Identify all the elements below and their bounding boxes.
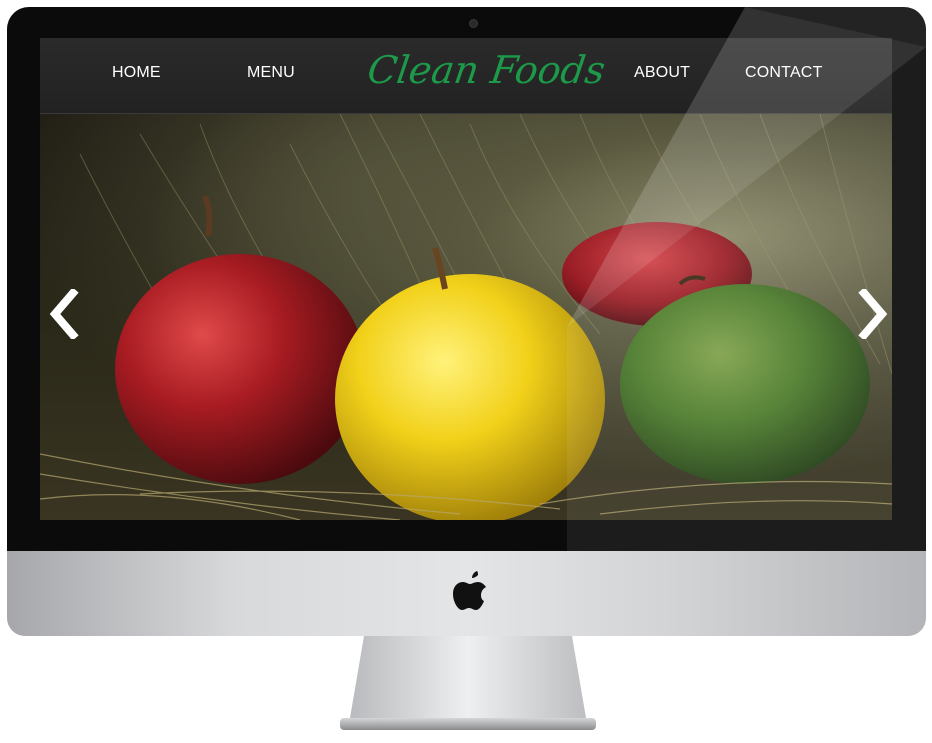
hero-slider [40,114,892,520]
screen: HOME MENU Clean Foods ABOUT CONTACT [40,38,892,520]
chevron-right-icon [858,287,888,341]
next-slide-button[interactable] [852,287,892,341]
site-logo[interactable]: Clean Foods [365,48,608,92]
camera-dot [469,19,478,28]
monitor-chin [7,551,926,636]
navbar: HOME MENU Clean Foods ABOUT CONTACT [40,38,892,114]
nav-about-link[interactable]: ABOUT [634,38,690,113]
nav-home-link[interactable]: HOME [112,38,161,113]
monitor-stand [340,636,596,730]
prev-slide-button[interactable] [45,287,85,341]
chevron-left-icon [49,287,79,341]
nav-menu-link[interactable]: MENU [247,38,295,113]
apple-logo-icon [453,571,486,610]
hero-image [40,114,892,520]
nav-contact-link[interactable]: CONTACT [745,38,823,113]
